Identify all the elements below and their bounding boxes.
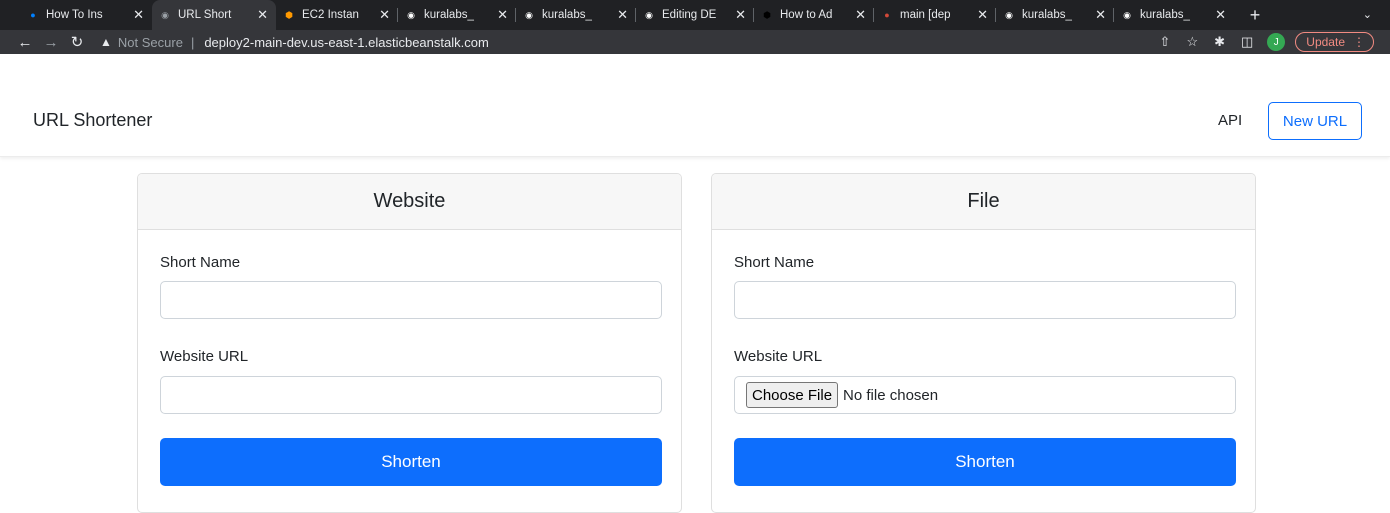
bookmark-star-icon[interactable]: ☆	[1186, 34, 1198, 50]
tab-title: URL Short	[178, 9, 232, 21]
jenkins-icon: ●	[884, 10, 890, 20]
share-icon[interactable]: ⇧	[1160, 34, 1171, 50]
profile-avatar[interactable]: J	[1267, 33, 1286, 51]
website-card-title: Website	[138, 174, 681, 230]
tab-title: How To Ins	[46, 9, 103, 21]
browser-tab[interactable]: ⬢ EC2 Instan ✕	[276, 0, 398, 30]
tab-title: main [dep	[900, 9, 951, 21]
tab-title: kuralabs_	[1022, 9, 1072, 21]
not-secure-label: Not Secure	[117, 34, 183, 50]
tab-title: Editing DE	[662, 9, 717, 21]
close-icon[interactable]: ✕	[379, 7, 390, 23]
browser-tab[interactable]: ◉ kuralabs_ ✕	[516, 0, 636, 30]
update-button[interactable]: Update ⋮	[1295, 32, 1374, 52]
browser-tab-strip: ● How To Ins ✕ ◉ URL Short ✕ ⬢ EC2 Instan ✕ ◉ kura…	[0, 0, 1390, 30]
tab-title: kuralabs_	[542, 9, 592, 21]
browser-tab[interactable]: ● How To Ins ✕	[20, 0, 152, 30]
website-url-label: Website URL	[160, 348, 249, 365]
tab-title: kuralabs_	[1140, 9, 1190, 21]
tab-title: How to Ad	[780, 9, 833, 21]
address-bar[interactable]: ▲ Not Secure | deploy2-main-dev.us-east-…	[100, 35, 489, 50]
close-icon[interactable]: ✕	[1215, 7, 1226, 23]
digitalocean-icon: ●	[30, 10, 36, 20]
browser-tab[interactable]: ◉ Editing DE ✕	[636, 0, 754, 30]
reload-icon[interactable]: ↻	[66, 33, 88, 51]
short-name-label: Short Name	[734, 254, 815, 271]
globe-icon: ◉	[161, 9, 169, 20]
file-shorten-button[interactable]: Shorten	[734, 438, 1236, 486]
tab-search-chevron-icon[interactable]: ⌄	[1363, 8, 1372, 21]
file-short-name-input[interactable]	[734, 281, 1236, 319]
warning-triangle-icon: ▲	[100, 35, 112, 49]
address-separator: |	[190, 34, 195, 50]
aws-icon: ⬢	[285, 9, 293, 20]
address-url[interactable]: deploy2-main-dev.us-east-1.elasticbeanst…	[204, 35, 488, 50]
github-icon: ◉	[525, 9, 533, 20]
file-url-label: Website URL	[734, 348, 823, 365]
back-arrow-icon[interactable]: ←	[14, 34, 36, 51]
tab-title: kuralabs_	[424, 9, 474, 21]
new-tab-icon[interactable]: +	[1244, 5, 1266, 26]
close-icon[interactable]: ✕	[1095, 7, 1106, 23]
website-url-input[interactable]	[160, 376, 662, 414]
close-icon[interactable]: ✕	[617, 7, 628, 23]
tab-title: EC2 Instan	[302, 9, 359, 21]
website-short-name-input[interactable]	[160, 281, 662, 319]
github-icon: ◉	[645, 9, 653, 20]
close-icon[interactable]: ✕	[977, 7, 988, 23]
update-label: Update	[1306, 35, 1345, 49]
browser-tab[interactable]: ◉ URL Short ✕	[152, 0, 276, 30]
close-icon[interactable]: ✕	[735, 7, 746, 23]
browser-tab[interactable]: ◉ kuralabs_ ✕	[1114, 0, 1234, 30]
github-icon: ◉	[1123, 9, 1131, 20]
side-panel-icon[interactable]: ◫	[1241, 34, 1253, 50]
close-icon[interactable]: ✕	[133, 7, 144, 23]
new-url-button[interactable]: New URL	[1268, 102, 1362, 140]
browser-tab[interactable]: ● main [dep ✕	[874, 0, 996, 30]
github-icon: ◉	[407, 9, 415, 20]
close-icon[interactable]: ✕	[497, 7, 508, 23]
kebab-menu-icon: ⋮	[1353, 35, 1365, 49]
file-input[interactable]: Choose File No file chosen	[734, 376, 1236, 414]
no-file-chosen-text: No file chosen	[843, 386, 939, 404]
browser-tab[interactable]: ◉ kuralabs_ ✕	[996, 0, 1114, 30]
file-card-title: File	[712, 174, 1255, 230]
tab-list: ● How To Ins ✕ ◉ URL Short ✕ ⬢ EC2 Instan ✕ ◉ kura…	[20, 0, 1234, 30]
close-icon[interactable]: ✕	[855, 7, 866, 23]
forward-arrow-icon[interactable]: →	[40, 34, 62, 51]
browser-tab[interactable]: ◉ kuralabs_ ✕	[398, 0, 516, 30]
browser-tab[interactable]: ⬢ How to Ad ✕	[754, 0, 874, 30]
app-brand[interactable]: URL Shortener	[33, 110, 152, 131]
app-navbar	[0, 54, 1390, 157]
short-name-label: Short Name	[160, 254, 241, 271]
toolbar-actions: ⇧ ☆ ✱ ◫ J Update ⋮	[1144, 30, 1374, 54]
close-icon[interactable]: ✕	[257, 7, 268, 23]
file-card: File Short Name Website URL Choose File …	[711, 173, 1256, 513]
website-card: Website Short Name Website URL Shorten	[137, 173, 682, 513]
extensions-puzzle-icon[interactable]: ✱	[1214, 34, 1225, 50]
browser-toolbar: ← → ↻ ▲ Not Secure | deploy2-main-dev.us…	[0, 30, 1390, 54]
api-link[interactable]: API	[1218, 112, 1242, 129]
choose-file-button[interactable]: Choose File	[746, 382, 839, 408]
hexagon-icon: ⬢	[763, 9, 771, 20]
github-icon: ◉	[1005, 9, 1013, 20]
website-shorten-button[interactable]: Shorten	[160, 438, 662, 486]
